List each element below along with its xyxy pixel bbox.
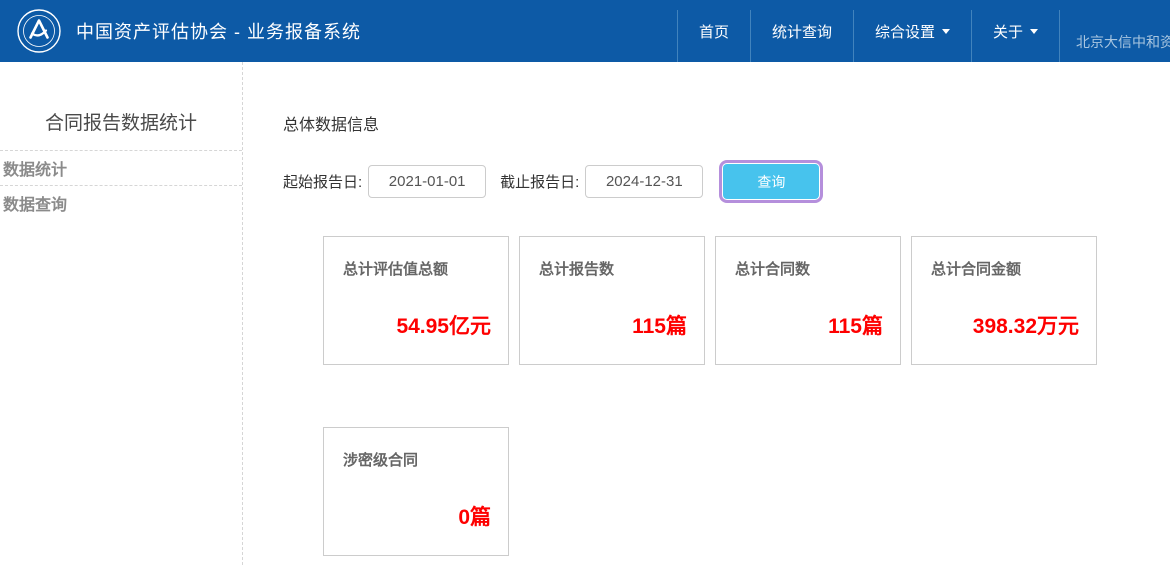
sidebar-item-data-query[interactable]: 数据查询 bbox=[0, 186, 242, 220]
end-date-label: 截止报告日: bbox=[500, 171, 579, 192]
top-navbar: 中国资产评估协会 - 业务报备系统 首页 统计查询 综合设置 关于 北京大信中和… bbox=[0, 0, 1170, 62]
nav-item-label: 统计查询 bbox=[772, 21, 832, 42]
nav-item-settings[interactable]: 综合设置 bbox=[854, 0, 971, 62]
stat-card-total-reports: 总计报告数 115篇 bbox=[519, 236, 705, 365]
stat-card-total-contract-amount: 总计合同金额 398.32万元 bbox=[911, 236, 1097, 365]
main-content: 总体数据信息 起始报告日: 截止报告日: 查询 总计评估值总额 54.95亿元 … bbox=[283, 62, 1170, 565]
page-title: 总体数据信息 bbox=[283, 111, 1170, 135]
query-button[interactable]: 查询 bbox=[723, 164, 819, 199]
association-logo-icon bbox=[16, 8, 62, 54]
sidebar: 合同报告数据统计 数据统计 数据查询 bbox=[0, 62, 243, 565]
chevron-down-icon bbox=[1030, 29, 1038, 34]
stat-card-total-appraisal-value: 总计评估值总额 54.95亿元 bbox=[323, 236, 509, 365]
sidebar-heading: 合同报告数据统计 bbox=[0, 108, 242, 151]
stat-card-title: 总计合同数 bbox=[735, 258, 810, 279]
date-filter-form: 起始报告日: 截止报告日: 查询 bbox=[283, 164, 1170, 199]
nav-item-home[interactable]: 首页 bbox=[678, 0, 750, 62]
nav-item-label: 首页 bbox=[699, 21, 729, 42]
stat-card-title: 总计报告数 bbox=[539, 258, 614, 279]
stat-card-value: 54.95亿元 bbox=[396, 310, 491, 340]
sidebar-item-data-statistics[interactable]: 数据统计 bbox=[0, 151, 242, 186]
stat-cards-row-1: 总计评估值总额 54.95亿元 总计报告数 115篇 总计合同数 115篇 总计… bbox=[323, 236, 1170, 365]
app-title: 中国资产评估协会 - 业务报备系统 bbox=[76, 18, 361, 44]
nav-item-label: 关于 bbox=[993, 21, 1023, 42]
stat-card-value: 115篇 bbox=[828, 310, 883, 340]
stat-cards-row-2: 涉密级合同 0篇 bbox=[323, 427, 1170, 556]
stat-card-classified-contracts: 涉密级合同 0篇 bbox=[323, 427, 509, 556]
stat-card-total-contracts: 总计合同数 115篇 bbox=[715, 236, 901, 365]
stat-card-value: 115篇 bbox=[632, 310, 687, 340]
stat-card-value: 398.32万元 bbox=[973, 310, 1079, 340]
logged-in-company-name: 北京大信中和资 bbox=[1060, 0, 1170, 62]
stat-card-title: 总计合同金额 bbox=[931, 258, 1021, 279]
stat-card-title: 总计评估值总额 bbox=[343, 258, 448, 279]
start-date-input[interactable] bbox=[368, 165, 486, 198]
chevron-down-icon bbox=[942, 29, 950, 34]
nav-item-about[interactable]: 关于 bbox=[972, 0, 1059, 62]
stat-card-value: 0篇 bbox=[458, 501, 491, 531]
brand: 中国资产评估协会 - 业务报备系统 bbox=[16, 0, 361, 62]
nav-item-statistics-query[interactable]: 统计查询 bbox=[751, 0, 853, 62]
start-date-label: 起始报告日: bbox=[283, 171, 362, 192]
stat-card-title: 涉密级合同 bbox=[343, 449, 418, 470]
nav-item-label: 综合设置 bbox=[875, 21, 935, 42]
nav-spacer bbox=[361, 0, 677, 62]
end-date-input[interactable] bbox=[585, 165, 703, 198]
stat-cards: 总计评估值总额 54.95亿元 总计报告数 115篇 总计合同数 115篇 总计… bbox=[323, 236, 1170, 556]
